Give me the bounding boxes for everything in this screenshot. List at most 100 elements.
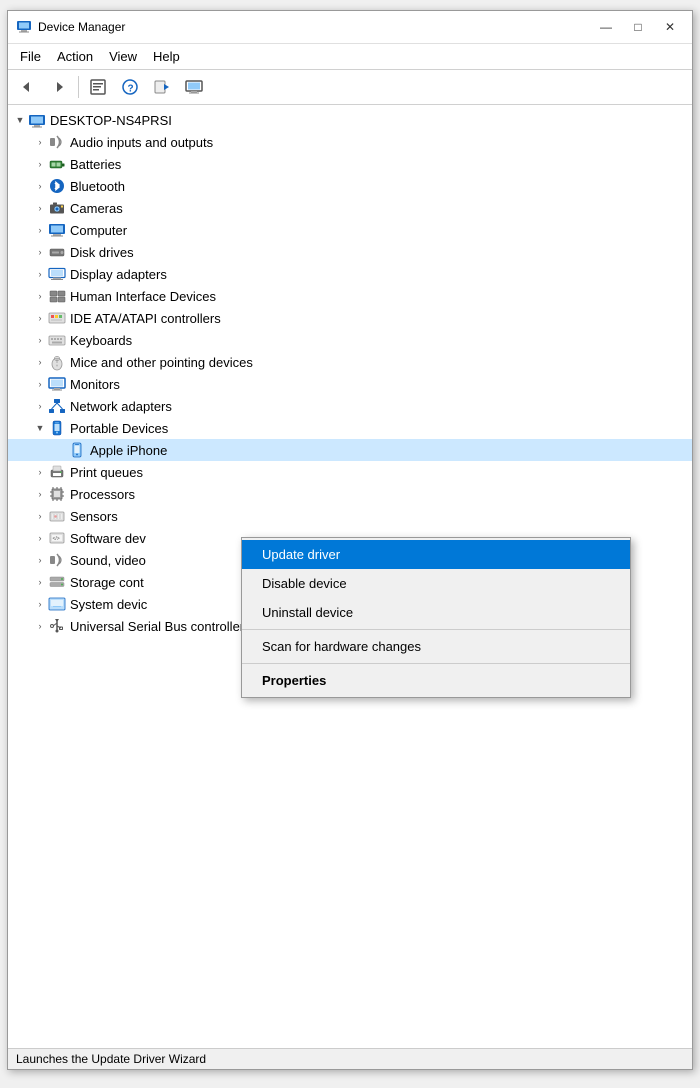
tree-root[interactable]: ▼ DESKTOP-NS4PRSI — [8, 109, 692, 131]
print-label: Print queues — [70, 465, 143, 480]
system-icon — [48, 595, 66, 613]
batteries-expander[interactable]: › — [32, 156, 48, 172]
toolbar-separator — [78, 76, 79, 98]
network-expander[interactable]: › — [32, 398, 48, 414]
mice-expander[interactable]: › — [32, 354, 48, 370]
sound-expander[interactable]: › — [32, 552, 48, 568]
tree-item-print[interactable]: › Print queues — [8, 461, 692, 483]
title-text: Device Manager — [38, 20, 125, 34]
monitors-expander[interactable]: › — [32, 376, 48, 392]
storage-expander[interactable]: › — [32, 574, 48, 590]
hid-expander[interactable]: › — [32, 288, 48, 304]
tree-item-portable[interactable]: ▼ Portable Devices — [8, 417, 692, 439]
forward-icon — [51, 79, 67, 95]
sensors-expander[interactable]: › — [32, 508, 48, 524]
cameras-expander[interactable]: › — [32, 200, 48, 216]
processor-expander[interactable]: › — [32, 486, 48, 502]
device-manager-window: Device Manager — □ ✕ File Action View He… — [7, 10, 693, 1070]
bluetooth-expander[interactable]: › — [32, 178, 48, 194]
tree-item-sensors[interactable]: › Sensors — [8, 505, 692, 527]
mice-label: Mice and other pointing devices — [70, 355, 253, 370]
keyboard-label: Keyboards — [70, 333, 132, 348]
portable-icon — [48, 419, 66, 437]
usb-expander[interactable]: › — [32, 618, 48, 634]
sound-icon — [48, 551, 66, 569]
display-expander[interactable]: › — [32, 266, 48, 282]
ide-expander[interactable]: › — [32, 310, 48, 326]
portable-expander[interactable]: ▼ — [32, 420, 48, 436]
tree-item-monitors[interactable]: › Monitors — [8, 373, 692, 395]
tree-item-display[interactable]: › Display adapters — [8, 263, 692, 285]
tree-view[interactable]: ▼ DESKTOP-NS4PRSI › Audio — [8, 105, 692, 1048]
window-icon — [16, 19, 32, 35]
tree-item-cameras[interactable]: › Cameras — [8, 197, 692, 219]
maximize-button[interactable]: □ — [624, 17, 652, 37]
sensors-icon — [48, 507, 66, 525]
tree-item-bluetooth[interactable]: › Bluetooth — [8, 175, 692, 197]
tree-item-mice[interactable]: › Mice and other pointing devices — [8, 351, 692, 373]
back-button[interactable] — [12, 73, 42, 101]
iphone-label: Apple iPhone — [90, 443, 167, 458]
title-bar: Device Manager — □ ✕ — [8, 11, 692, 44]
forward-button[interactable] — [44, 73, 74, 101]
tree-item-hid[interactable]: › Human Interface Devices — [8, 285, 692, 307]
tree-item-audio[interactable]: › Audio inputs and outputs — [8, 131, 692, 153]
svg-text:</>: </> — [53, 536, 60, 542]
cameras-label: Cameras — [70, 201, 123, 216]
tree-item-iphone[interactable]: Apple iPhone — [8, 439, 692, 461]
software-expander[interactable]: › — [32, 530, 48, 546]
root-expander[interactable]: ▼ — [12, 112, 28, 128]
ctx-scan-hardware[interactable]: Scan for hardware changes — [242, 632, 630, 661]
ctx-uninstall-device[interactable]: Uninstall device — [242, 598, 630, 627]
tree-item-processor[interactable]: › Processors — [8, 483, 692, 505]
menu-view[interactable]: View — [101, 46, 145, 67]
keyboard-expander[interactable]: › — [32, 332, 48, 348]
sound-label: Sound, video — [70, 553, 146, 568]
display-label: Display adapters — [70, 267, 167, 282]
tree-item-ide[interactable]: › IDE ATA/ATAPI controllers — [8, 307, 692, 329]
monitor-icon — [185, 78, 203, 96]
usb-label: Universal Serial Bus controllers — [70, 619, 251, 634]
disk-expander[interactable]: › — [32, 244, 48, 260]
audio-expander[interactable]: › — [32, 134, 48, 150]
tree-item-network[interactable]: › Network adapters — [8, 395, 692, 417]
print-expander[interactable]: › — [32, 464, 48, 480]
properties-icon — [89, 78, 107, 96]
software-icon: </> — [48, 529, 66, 547]
processor-label: Processors — [70, 487, 135, 502]
tree-item-keyboard[interactable]: › Keyboards — [8, 329, 692, 351]
bluetooth-icon — [48, 177, 66, 195]
help-toolbar-button[interactable]: ? — [115, 73, 145, 101]
tree-item-batteries[interactable]: › Batteries — [8, 153, 692, 175]
menu-file[interactable]: File — [12, 46, 49, 67]
network-label: Network adapters — [70, 399, 172, 414]
tree-item-computer[interactable]: › Computer — [8, 219, 692, 241]
ctx-properties[interactable]: Properties — [242, 666, 630, 695]
computer-icon — [48, 221, 66, 239]
ctx-disable-device[interactable]: Disable device — [242, 569, 630, 598]
mice-icon — [48, 353, 66, 371]
monitor-toolbar-button[interactable] — [179, 73, 209, 101]
context-menu: Update driver Disable device Uninstall d… — [241, 537, 631, 698]
ctx-update-driver[interactable]: Update driver — [242, 540, 630, 569]
status-text: Launches the Update Driver Wizard — [16, 1052, 206, 1066]
batteries-icon — [48, 155, 66, 173]
tree-item-disk[interactable]: › Disk drives — [8, 241, 692, 263]
menu-action[interactable]: Action — [49, 46, 101, 67]
monitors-icon — [48, 375, 66, 393]
computer-expander[interactable]: › — [32, 222, 48, 238]
system-expander[interactable]: › — [32, 596, 48, 612]
storage-label: Storage cont — [70, 575, 144, 590]
portable-label: Portable Devices — [70, 421, 168, 436]
root-label: DESKTOP-NS4PRSI — [50, 113, 172, 128]
audio-label: Audio inputs and outputs — [70, 135, 213, 150]
run-toolbar-button[interactable] — [147, 73, 177, 101]
display-icon — [48, 265, 66, 283]
network-icon — [48, 397, 66, 415]
iphone-expander — [52, 442, 68, 458]
properties-toolbar-button[interactable] — [83, 73, 113, 101]
minimize-button[interactable]: — — [592, 17, 620, 37]
close-button[interactable]: ✕ — [656, 17, 684, 37]
menu-help[interactable]: Help — [145, 46, 188, 67]
usb-icon — [48, 617, 66, 635]
